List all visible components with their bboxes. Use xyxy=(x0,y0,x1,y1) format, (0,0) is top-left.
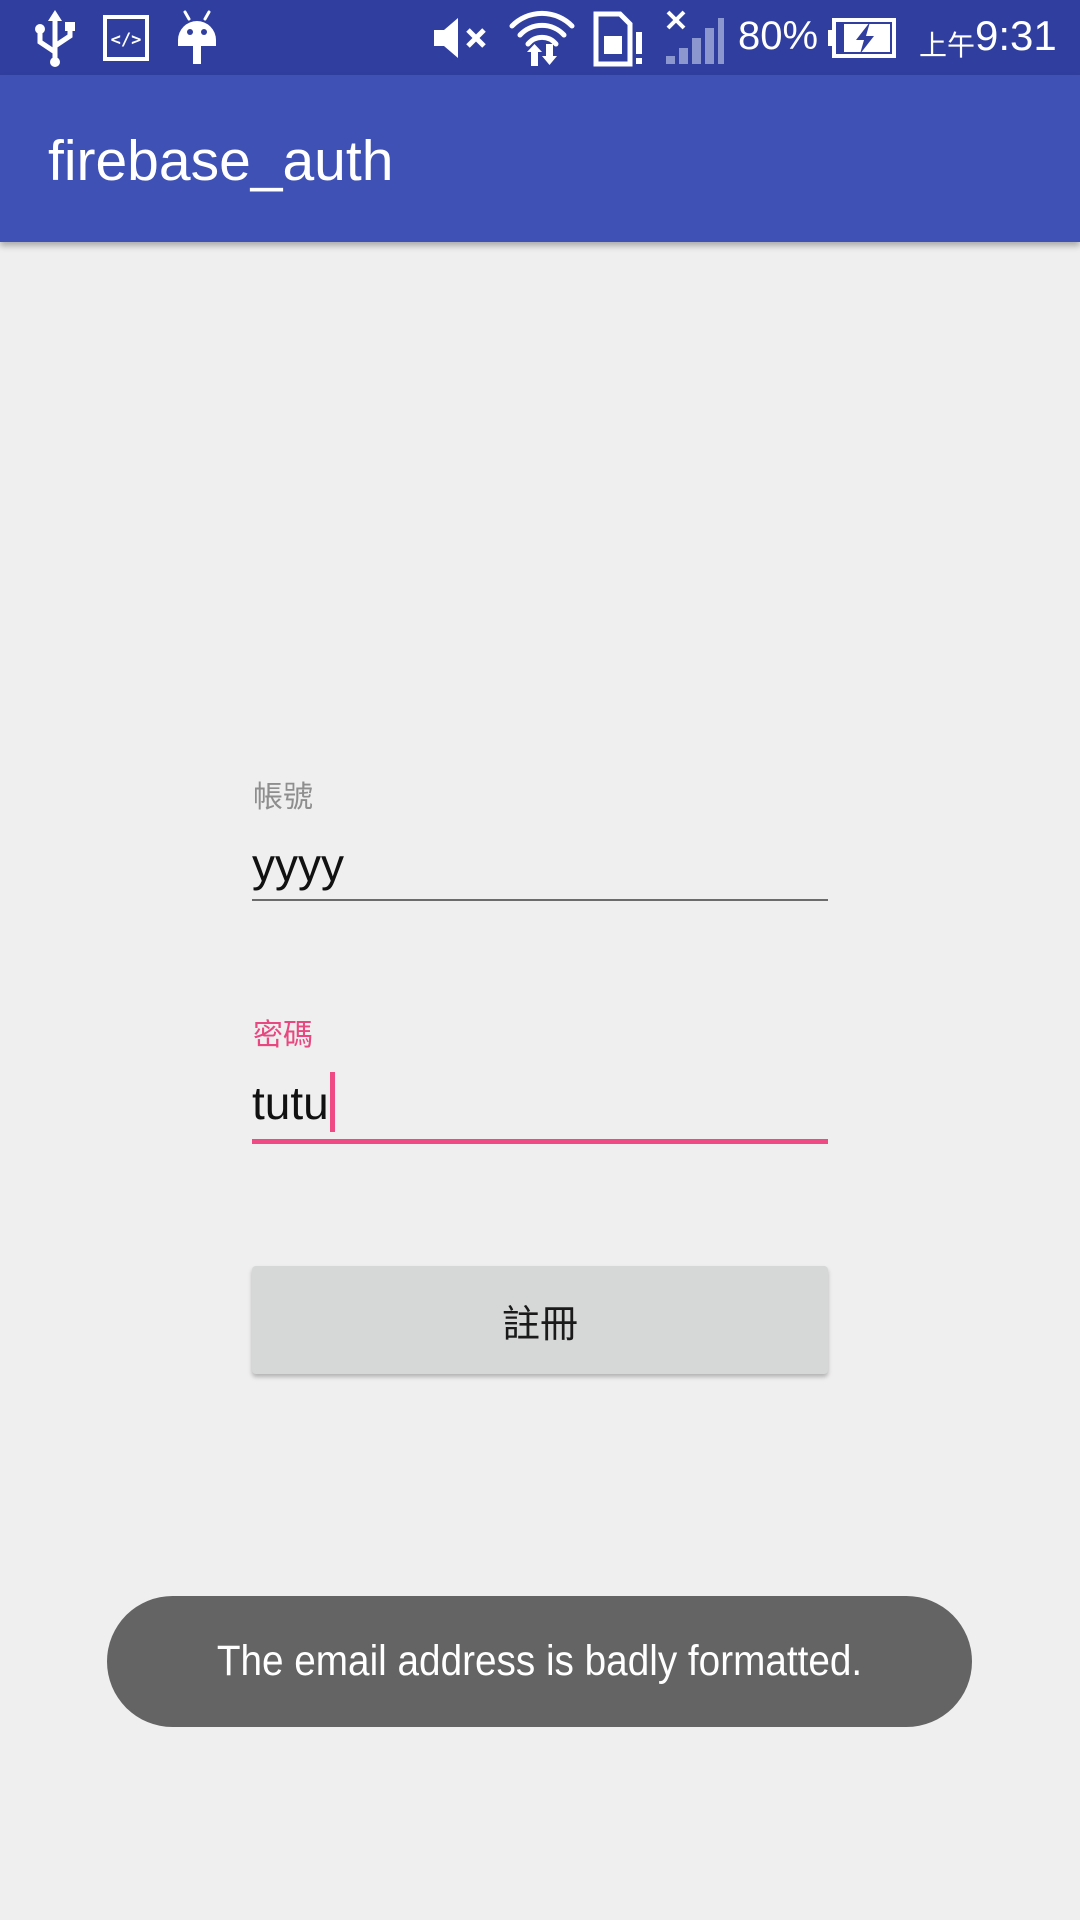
signal-no-service-icon xyxy=(666,10,724,64)
sim-alert-icon xyxy=(593,11,642,67)
volume-muted-icon xyxy=(434,18,486,58)
battery-charging-icon xyxy=(828,18,896,58)
username-underline xyxy=(252,899,828,901)
username-label: 帳號 xyxy=(253,780,313,815)
register-button[interactable]: 註冊 xyxy=(252,1266,828,1374)
status-bar: </> 80% 上午 9:31 xyxy=(0,0,1080,75)
text-cursor xyxy=(330,1072,335,1132)
developer-code-icon: </> xyxy=(103,15,149,61)
password-field[interactable]: 密碼 tutu xyxy=(252,1000,828,1150)
usb-icon xyxy=(35,10,75,67)
username-input[interactable]: yyyy xyxy=(252,838,344,892)
password-label: 密碼 xyxy=(253,1018,313,1053)
app-title: firebase_auth xyxy=(48,129,394,193)
clock-time: 9:31 xyxy=(975,12,1057,59)
battery-percent: 80% xyxy=(738,14,819,58)
password-underline xyxy=(252,1139,828,1144)
app-bar: firebase_auth xyxy=(0,75,1080,242)
toast-text: The email address is badly formatted. xyxy=(216,1637,863,1685)
android-debug-icon xyxy=(178,10,216,64)
register-button-label: 註冊 xyxy=(501,1301,578,1346)
wifi-icon xyxy=(509,10,575,66)
username-field[interactable]: 帳號 yyyy xyxy=(252,760,828,910)
svg-text:</>: </> xyxy=(111,30,142,50)
toast-message: The email address is badly formatted. xyxy=(107,1596,972,1727)
password-input[interactable]: tutu xyxy=(252,1076,329,1130)
time-prefix: 上午 xyxy=(919,30,976,61)
